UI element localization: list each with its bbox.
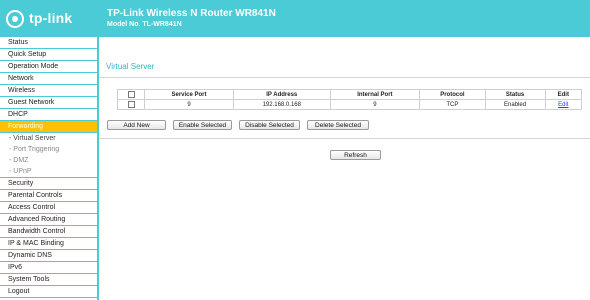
col-internal-port: Internal Port: [329, 89, 421, 100]
page-title: Virtual Server: [106, 62, 155, 71]
cell-edit: Edit: [544, 99, 583, 110]
router-title: TP-Link Wireless N Router WR841N: [107, 8, 276, 19]
select-all-cell: [117, 89, 145, 100]
col-service-port: Service Port: [143, 89, 235, 100]
sidebar-item-access-control[interactable]: Access Control: [0, 202, 97, 214]
sidebar-item-advanced-routing[interactable]: Advanced Routing: [0, 214, 97, 226]
cell-service-port: 9: [143, 99, 235, 110]
cell-internal-port: 9: [329, 99, 421, 110]
virtual-server-table: Service Port IP Address Internal Port Pr…: [117, 89, 583, 110]
col-edit: Edit: [544, 89, 583, 100]
header-bar: tp-link TP-Link Wireless N Router WR841N…: [0, 0, 590, 37]
edit-link[interactable]: Edit: [558, 102, 568, 108]
sidebar-item-bandwidth-control[interactable]: Bandwidth Control: [0, 226, 97, 238]
sidebar-item-network[interactable]: Network: [0, 73, 97, 85]
section-divider: [99, 138, 590, 139]
model-number: Model No. TL-WR841N: [107, 21, 182, 28]
sidebar-item-logout[interactable]: Logout: [0, 286, 97, 298]
col-status: Status: [484, 89, 546, 100]
cell-protocol: TCP: [419, 99, 486, 110]
row-checkbox[interactable]: [127, 100, 135, 108]
delete-selected-button[interactable]: Delete Selected: [307, 120, 369, 130]
sidebar: Status Quick Setup Operation Mode Networ…: [0, 37, 99, 300]
table-header-row: Service Port IP Address Internal Port Pr…: [117, 89, 583, 100]
refresh-button[interactable]: Refresh: [330, 150, 381, 160]
sidebar-subitem-dmz[interactable]: - DMZ: [0, 155, 97, 166]
sidebar-item-forwarding[interactable]: Forwarding: [0, 121, 97, 133]
sidebar-item-operation-mode[interactable]: Operation Mode: [0, 61, 97, 73]
cell-status: Enabled: [484, 99, 546, 110]
table-row: 9 192.168.0.168 9 TCP Enabled Edit: [117, 99, 583, 110]
sidebar-subitem-virtual-server[interactable]: - Virtual Server: [0, 133, 97, 144]
add-new-button[interactable]: Add New: [107, 120, 166, 130]
disable-selected-button[interactable]: Disable Selected: [239, 120, 300, 130]
sidebar-item-dynamic-dns[interactable]: Dynamic DNS: [0, 250, 97, 262]
tp-link-logo-icon: [6, 10, 24, 28]
sidebar-item-dhcp[interactable]: DHCP: [0, 109, 97, 121]
sidebar-item-ipv6[interactable]: IPv6: [0, 262, 97, 274]
title-divider: [99, 77, 590, 78]
sidebar-item-system-tools[interactable]: System Tools: [0, 274, 97, 286]
sidebar-subitem-upnp[interactable]: - UPnP: [0, 166, 97, 178]
col-ip-address: IP Address: [233, 89, 331, 100]
sidebar-item-quick-setup[interactable]: Quick Setup: [0, 49, 97, 61]
sidebar-item-status[interactable]: Status: [0, 37, 97, 49]
enable-selected-button[interactable]: Enable Selected: [173, 120, 232, 130]
sidebar-item-wireless[interactable]: Wireless: [0, 85, 97, 97]
col-protocol: Protocol: [419, 89, 486, 100]
sidebar-item-security[interactable]: Security: [0, 178, 97, 190]
main-content: Virtual Server Service Port IP Address I…: [99, 37, 590, 300]
sidebar-subitem-port-triggering[interactable]: - Port Triggering: [0, 144, 97, 155]
logo-text: tp-link: [29, 10, 73, 26]
sidebar-item-guest-network[interactable]: Guest Network: [0, 97, 97, 109]
row-select-cell: [117, 99, 145, 110]
sidebar-item-ip-mac-binding[interactable]: IP & MAC Binding: [0, 238, 97, 250]
select-all-checkbox[interactable]: [127, 90, 135, 98]
sidebar-item-parental-controls[interactable]: Parental Controls: [0, 190, 97, 202]
cell-ip-address: 192.168.0.168: [233, 99, 331, 110]
